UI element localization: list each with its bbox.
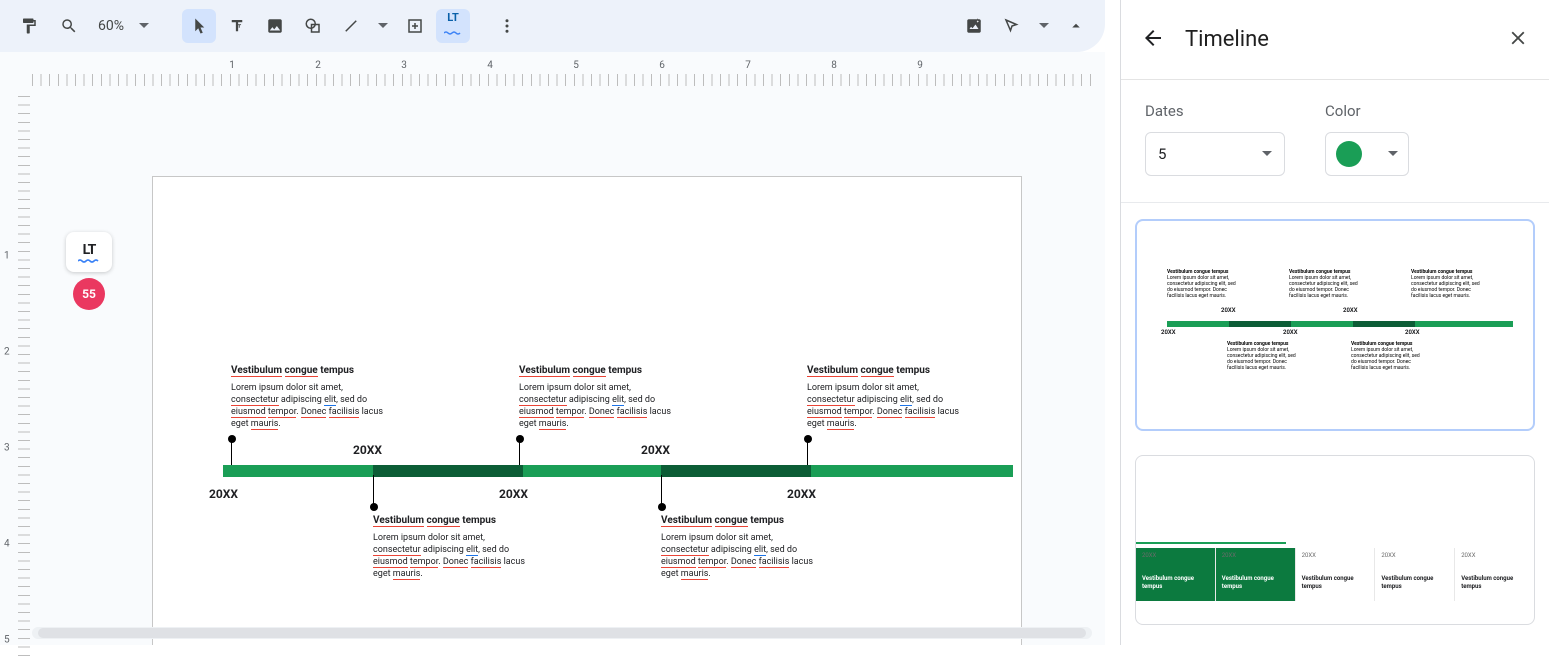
pointer-icon[interactable]: [995, 9, 1029, 43]
timeline-node: Vestibulum congue tempus Lorem ipsum dol…: [661, 515, 821, 581]
dates-label: Dates: [1145, 102, 1285, 120]
back-icon[interactable]: [1141, 26, 1165, 54]
collapse-icon[interactable]: [1059, 9, 1093, 43]
timeline-year: 20XX: [353, 443, 382, 457]
pointer-dropdown[interactable]: [1033, 9, 1055, 43]
line-tool-icon[interactable]: [334, 9, 368, 43]
timeline-node: Vestibulum congue tempus Lorem ipsum dol…: [373, 515, 533, 581]
workspace: 123456789 12345 LT 55 Vestibulum congue …: [0, 52, 1105, 645]
template-option[interactable]: 20XXVestibulum congue tempus 20XXVestibu…: [1135, 455, 1535, 625]
ruler-vertical: 12345: [4, 96, 32, 656]
shape-tool-icon[interactable]: [296, 9, 330, 43]
ai-image-icon[interactable]: [957, 9, 991, 43]
sidebar-title: Timeline: [1185, 27, 1269, 52]
timeline-year: 20XX: [209, 487, 238, 501]
line-dropdown[interactable]: [372, 9, 394, 43]
zoom-value[interactable]: 60%: [88, 18, 128, 34]
timeline-node: Vestibulum congue tempus Lorem ipsum dol…: [231, 365, 391, 431]
sidebar: Timeline Dates 5 Color Vestibulum congue…: [1120, 0, 1549, 645]
close-icon[interactable]: [1507, 27, 1529, 53]
timeline-year: 20XX: [787, 487, 816, 501]
toolbar: 60% LT: [0, 0, 1105, 52]
dates-select[interactable]: 5: [1145, 132, 1285, 176]
timeline-node: Vestibulum congue tempus Lorem ipsum dol…: [519, 365, 679, 431]
color-select[interactable]: [1325, 132, 1409, 176]
more-icon[interactable]: [490, 9, 524, 43]
color-swatch: [1336, 141, 1362, 167]
select-tool-icon[interactable]: [182, 9, 216, 43]
color-label: Color: [1325, 102, 1409, 120]
timeline-year: 20XX: [499, 487, 528, 501]
timeline-node: Vestibulum congue tempus Lorem ipsum dol…: [807, 365, 967, 431]
zoom-icon[interactable]: [52, 9, 86, 43]
textbox-tool-icon[interactable]: [220, 9, 254, 43]
paint-format-icon[interactable]: [12, 9, 46, 43]
timeline-diagram: Vestibulum congue tempus Lorem ipsum dol…: [223, 365, 1013, 377]
language-tool-icon[interactable]: LT: [436, 9, 470, 43]
zoom-dropdown[interactable]: [132, 9, 156, 43]
image-tool-icon[interactable]: [258, 9, 292, 43]
template-option[interactable]: Vestibulum congue tempusLorem ipsum dolo…: [1135, 219, 1535, 431]
timeline-year: 20XX: [641, 443, 670, 457]
comment-icon[interactable]: [398, 9, 432, 43]
scrollbar-horizontal[interactable]: [32, 627, 1092, 639]
dates-value: 5: [1158, 145, 1166, 163]
ruler-horizontal: 123456789: [32, 60, 1097, 88]
slide-canvas[interactable]: Vestibulum congue tempus Lorem ipsum dol…: [152, 176, 1022, 645]
